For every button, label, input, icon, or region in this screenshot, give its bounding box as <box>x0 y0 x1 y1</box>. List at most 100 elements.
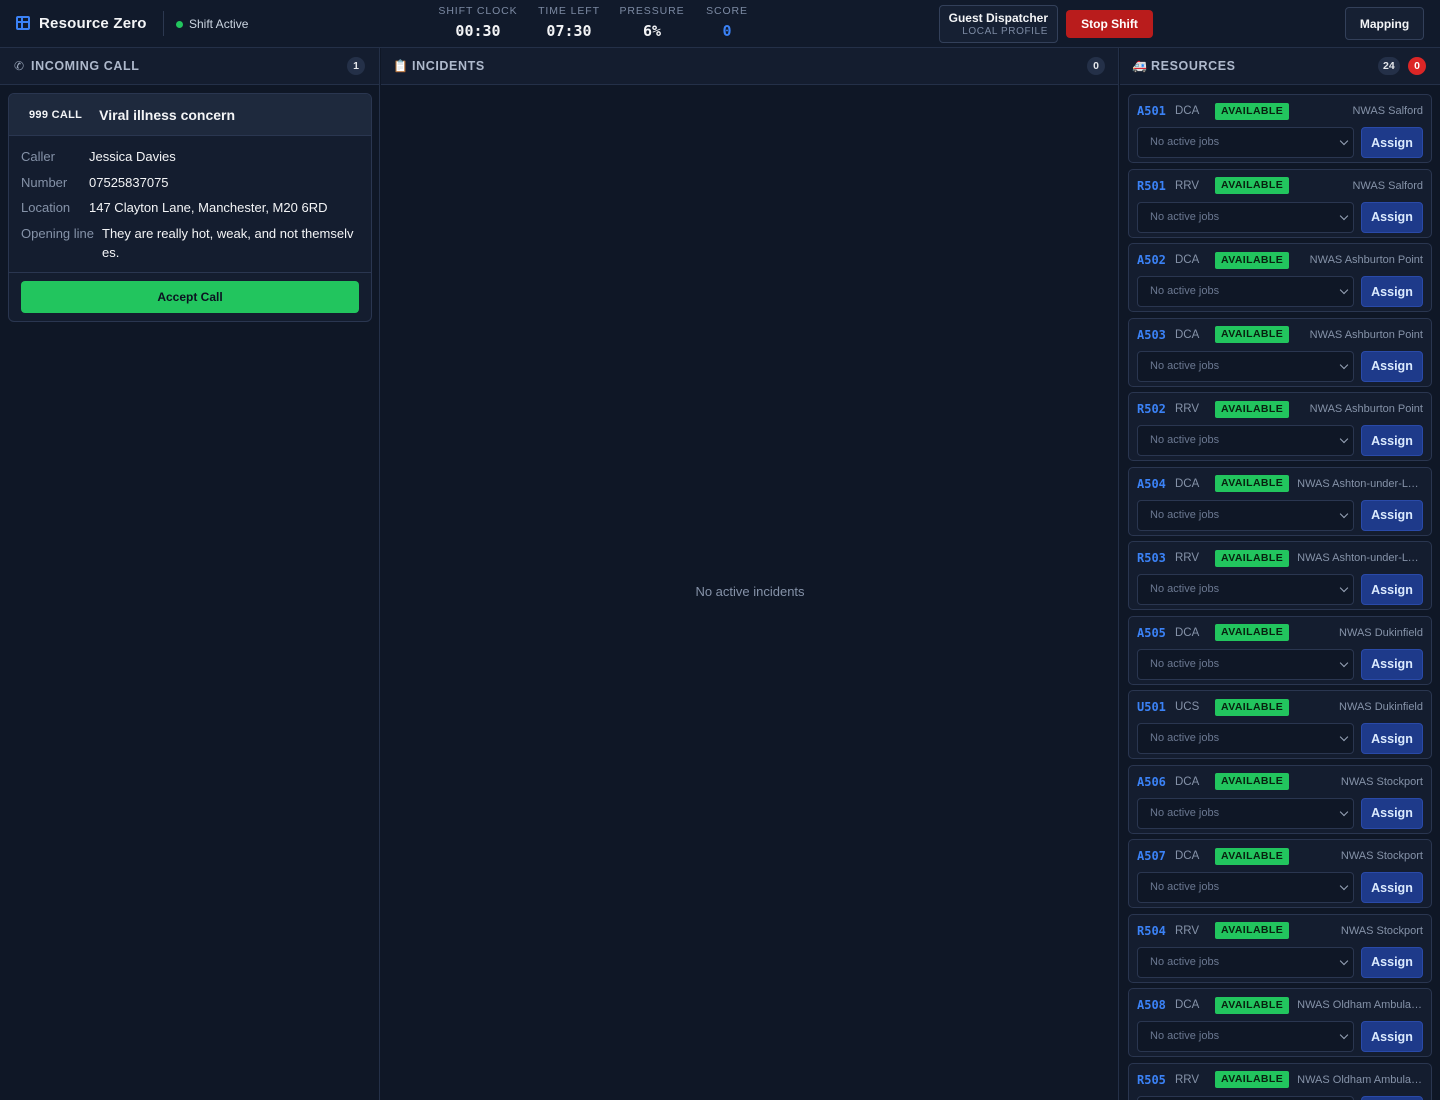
resource-info: R503 RRV AVAILABLE NWAS Ashton-under-Lyne <box>1137 549 1423 567</box>
resource-info: A507 DCA AVAILABLE NWAS Stockport <box>1137 847 1423 865</box>
job-select-value: No active jobs <box>1150 434 1220 446</box>
job-select[interactable]: No active jobs <box>1137 350 1354 382</box>
assign-button[interactable]: Assign <box>1361 425 1423 456</box>
resource-info: A504 DCA AVAILABLE NWAS Ashton-under-Lyne <box>1137 475 1423 493</box>
resource-callsign[interactable]: A503 <box>1137 328 1175 342</box>
assign-button[interactable]: Assign <box>1361 797 1423 829</box>
alert-count-badge: 0 <box>1408 57 1426 75</box>
shift-status: Shift Active <box>176 17 248 31</box>
resource-callsign[interactable]: A502 <box>1137 253 1175 267</box>
incidents-count-badge: 0 <box>1087 57 1105 75</box>
assign-button[interactable]: Assign <box>1361 201 1423 233</box>
job-select[interactable]: No active jobs <box>1137 797 1354 829</box>
resource-callsign[interactable]: R503 <box>1137 551 1175 565</box>
resource-station: NWAS Ashburton Point <box>1309 403 1423 415</box>
chevron-down-icon <box>1339 509 1349 518</box>
resource-callsign[interactable]: U501 <box>1137 700 1175 714</box>
chevron-down-icon <box>1339 211 1349 220</box>
resource-station: NWAS Ashburton Point <box>1309 254 1423 266</box>
resource-card: R503 RRV AVAILABLE NWAS Ashton-under-Lyne No… <box>1128 541 1432 610</box>
assign-button[interactable]: Assign <box>1361 574 1423 605</box>
job-select[interactable]: No active jobs <box>1137 276 1354 307</box>
resource-type: RRV <box>1175 1073 1200 1086</box>
accept-call-button[interactable]: Accept Call <box>21 281 359 313</box>
job-select[interactable]: No active jobs <box>1137 1021 1354 1052</box>
resource-callsign[interactable]: R502 <box>1137 402 1175 416</box>
stat-label: SCORE <box>706 5 748 17</box>
chevron-down-icon <box>1339 956 1349 965</box>
assign-button[interactable]: Assign <box>1361 127 1423 158</box>
stat-time-left: TIME LEFT 07:30 <box>536 5 602 40</box>
assign-button[interactable]: Assign <box>1361 276 1423 307</box>
status-badge: AVAILABLE <box>1215 698 1290 716</box>
job-select[interactable]: No active jobs <box>1137 574 1354 605</box>
job-select-value: No active jobs <box>1150 285 1220 297</box>
profile-button[interactable]: Guest Dispatcher LOCAL PROFILE <box>939 5 1058 43</box>
assign-button[interactable]: Assign <box>1361 1095 1423 1100</box>
assign-button[interactable]: Assign <box>1361 648 1423 680</box>
job-select[interactable]: No active jobs <box>1137 499 1354 531</box>
job-select[interactable]: No active jobs <box>1137 127 1354 158</box>
job-select-value: No active jobs <box>1150 136 1220 148</box>
resource-card: A504 DCA AVAILABLE NWAS Ashton-under-Lyne No… <box>1128 466 1432 536</box>
job-select-value: No active jobs <box>1150 508 1220 521</box>
job-select[interactable]: No active jobs <box>1137 723 1354 754</box>
call-title: Viral illness concern <box>99 106 236 123</box>
resource-info: R505RRV AVAILABLE NWAS Oldham Ambulance St… <box>1137 1071 1423 1089</box>
chevron-down-icon <box>1339 583 1349 593</box>
ambulance-icon: 🚑 <box>1132 59 1147 73</box>
resource-callsign[interactable]: A505 <box>1137 626 1175 640</box>
job-select-value: No active jobs <box>1150 955 1220 968</box>
incoming-count-badge: 1 <box>347 57 365 75</box>
chevron-down-icon <box>1339 1030 1349 1040</box>
resource-callsign[interactable]: A504 <box>1137 477 1175 491</box>
assign-button[interactable]: Assign <box>1361 350 1423 382</box>
resource-callsign[interactable]: R504 <box>1137 924 1175 938</box>
call-details: Caller Jessica Davies Number 07525837075… <box>9 136 371 262</box>
resource-callsign[interactable]: R501 <box>1137 179 1175 193</box>
caller-label: Caller <box>21 149 55 164</box>
stop-shift-button[interactable]: Stop Shift <box>1066 10 1153 38</box>
stat-pressure: PRESSURE 6% <box>619 5 685 40</box>
resource-list: A501 DCA AVAILABLE NWAS Salford No active jo… <box>1128 94 1432 1100</box>
status-badge: AVAILABLE <box>1215 624 1290 641</box>
resource-callsign[interactable]: A508 <box>1137 998 1175 1012</box>
call-card: 999 CALL Viral illness concern Caller Je… <box>8 93 372 322</box>
assign-button[interactable]: Assign <box>1361 872 1423 903</box>
assign-button[interactable]: Assign <box>1361 499 1423 531</box>
profile-name: Guest Dispatcher <box>948 11 1048 25</box>
resource-station: NWAS Dukinfield <box>1339 626 1423 639</box>
resource-station: NWAS Ashton-under-Lyne <box>1297 552 1423 564</box>
resource-info: A506 DCA AVAILABLE NWAS Stockport <box>1137 773 1423 791</box>
resource-callsign[interactable]: A506 <box>1137 775 1175 789</box>
resource-type: DCA <box>1175 254 1200 266</box>
resource-callsign[interactable]: A501 <box>1137 104 1175 118</box>
job-select[interactable]: No active jobs <box>1137 1095 1354 1100</box>
job-select[interactable]: No active jobs <box>1137 425 1354 456</box>
resource-card: R504 RRV AVAILABLE NWAS Stockport No active … <box>1128 913 1432 983</box>
mapping-button[interactable]: Mapping <box>1345 7 1424 40</box>
stat-label: SHIFT CLOCK <box>438 5 518 17</box>
clipboard-icon: 📋 <box>393 59 408 73</box>
job-select-value: No active jobs <box>1150 210 1220 223</box>
caller-row: Caller Jessica Davies <box>21 147 359 166</box>
job-select[interactable]: No active jobs <box>1137 648 1354 680</box>
resource-card: R501 RRV AVAILABLE NWAS Salford No active jo… <box>1128 168 1432 238</box>
resource-info: A503 DCA AVAILABLE NWAS Ashburton Point <box>1137 326 1423 344</box>
location-label: Location <box>21 200 71 215</box>
location-value: 147 Clayton Lane, Manchester, M20 6RD <box>89 200 328 215</box>
resource-callsign[interactable]: R505 <box>1137 1073 1175 1087</box>
stat-value: 00:30 <box>455 22 501 40</box>
stat-value: 0 <box>722 22 732 40</box>
resource-card: U501 UCS AVAILABLE NWAS Dukinfield No active… <box>1128 690 1432 759</box>
job-select[interactable]: No active jobs <box>1137 201 1354 233</box>
assign-button[interactable]: Assign <box>1361 1021 1423 1052</box>
assign-button[interactable]: Assign <box>1361 946 1423 978</box>
assign-button[interactable]: Assign <box>1361 723 1423 754</box>
job-select[interactable]: No active jobs <box>1137 946 1354 978</box>
resource-info: R502 RRV AVAILABLE NWAS Ashburton Point <box>1137 400 1423 418</box>
job-select[interactable]: No active jobs <box>1137 872 1354 903</box>
resource-type: DCA <box>1175 850 1200 862</box>
resource-callsign[interactable]: A507 <box>1137 849 1175 863</box>
resource-info: A505 DCA AVAILABLE NWAS Dukinfield <box>1137 624 1423 642</box>
